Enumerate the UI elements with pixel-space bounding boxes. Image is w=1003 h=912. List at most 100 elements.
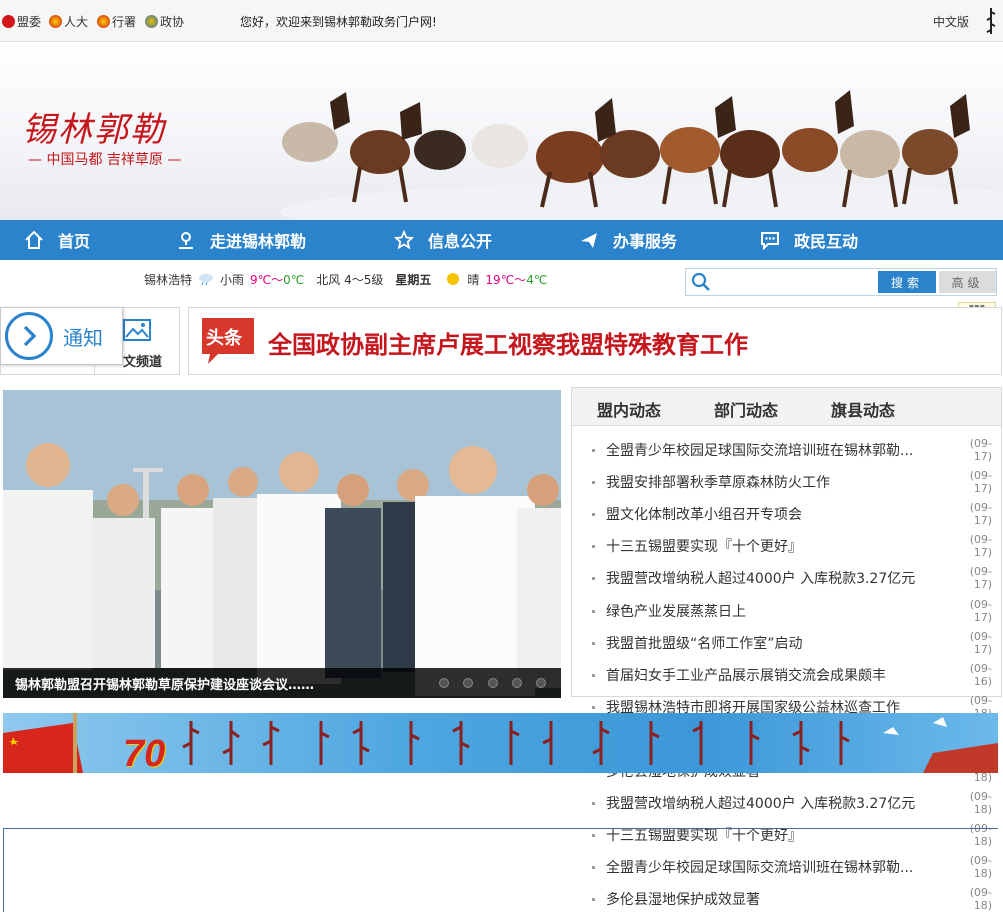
- news-item[interactable]: 全盟青少年校园足球国际交流培训班在锡林郭勒... (09-18): [592, 854, 992, 880]
- bullet-icon: [592, 673, 595, 677]
- slideshow-dot[interactable]: [536, 678, 546, 688]
- slideshow-dot[interactable]: [463, 678, 473, 688]
- search-icon: [691, 272, 710, 291]
- news-date: (09-18): [969, 790, 992, 816]
- news-date: (09-17): [969, 565, 992, 591]
- news-title: 全盟青少年校园足球国际交流培训班在锡林郭勒...: [606, 443, 914, 459]
- news-item[interactable]: 我盟安排部署秋季草原森林防火工作 (09-17): [592, 469, 992, 495]
- news-item[interactable]: 我盟营改增纳税人超过4000户 入库税款3.27亿元 (09-18): [592, 790, 992, 816]
- bullet-icon: [592, 897, 595, 901]
- star-icon: [394, 230, 414, 250]
- news-title: 我盟首批盟级“名师工作室”启动: [606, 636, 803, 652]
- national-emblem-icon: [97, 14, 110, 28]
- news-slideshow[interactable]: [3, 390, 561, 698]
- weather-tomorrow-temp: 19℃～4℃: [485, 272, 548, 287]
- slideshow-dot[interactable]: [512, 678, 522, 688]
- slideshow-caption[interactable]: 锡林郭勒盟召开锡林郭勒草原保护建设座谈会议……: [15, 674, 405, 693]
- location-pin-icon: [179, 232, 193, 249]
- top-link-cppcc[interactable]: 政协: [145, 12, 184, 30]
- news-date: (09-18): [969, 822, 992, 848]
- news-date: (09-17): [969, 533, 992, 559]
- photo-channel-label: 文频道: [123, 355, 163, 370]
- news-date: (09-16): [969, 662, 992, 688]
- top-link-peoples-congress[interactable]: 人大: [49, 12, 88, 30]
- nav-item-about[interactable]: 走进锡林郭勒: [176, 220, 306, 260]
- picture-icon: [123, 319, 151, 341]
- cppcc-emblem-icon: [145, 14, 158, 28]
- news-date: (09-17): [969, 469, 992, 495]
- tab-county-news[interactable]: 旗县动态: [831, 397, 895, 421]
- notice-circle: [5, 312, 53, 360]
- bullet-icon: [592, 705, 595, 709]
- news-date: (09-17): [969, 437, 992, 463]
- weather-today-condition: 小雨: [220, 272, 245, 287]
- section-divider: [3, 828, 998, 829]
- notice-label: 通知: [63, 325, 103, 350]
- news-title: 我盟营改增纳税人超过4000户 入库税款3.27亿元: [606, 796, 916, 812]
- news-item[interactable]: 十三五锡盟要实现『十个更好』 (09-17): [592, 533, 992, 559]
- headline-tag: 头条: [202, 318, 254, 364]
- airplane-icon: [581, 233, 597, 248]
- search-input[interactable]: [716, 271, 874, 293]
- header-banner: 锡林郭勒 — 中国马都 吉祥草原 —: [0, 42, 1003, 220]
- top-link-party-committee[interactable]: 盟委: [2, 12, 41, 30]
- news-date: (09-18): [969, 886, 992, 912]
- bullet-icon: [592, 641, 595, 645]
- bullet-icon: [592, 833, 595, 837]
- news-title: 我盟营改增纳税人超过4000户 入库税款3.27亿元: [606, 571, 916, 587]
- news-date: (09-18): [969, 854, 992, 880]
- news-date: (09-17): [969, 501, 992, 527]
- nav-item-interaction[interactable]: 政民互动: [760, 220, 858, 260]
- news-item[interactable]: 我盟营改增纳税人超过4000户 入库税款3.27亿元 (09-17): [592, 565, 992, 591]
- nav-item-info-disclosure[interactable]: 信息公开: [394, 220, 492, 260]
- bullet-icon: [592, 480, 595, 484]
- nav-item-services[interactable]: 办事服务: [579, 220, 677, 260]
- anniversary-number: 70: [123, 733, 166, 773]
- news-item[interactable]: 盟文化体制改革小组召开专项会 (09-17): [592, 501, 992, 527]
- news-title: 我盟安排部署秋季草原森林防火工作: [606, 475, 830, 491]
- notice-button[interactable]: 通知: [0, 307, 123, 365]
- news-title: 绿色产业发展蒸蒸日上: [606, 604, 746, 620]
- weather-weekday: 星期五: [395, 272, 432, 287]
- weather-widget: 锡林浩特 小雨 9℃～0℃ 北风 4～5级 星期五 晴 19℃～4℃: [144, 270, 547, 288]
- news-title: 盟文化体制改革小组召开专项会: [606, 507, 802, 523]
- slideshow-photo: [3, 390, 561, 698]
- sun-icon: [447, 273, 460, 285]
- weather-wind: 北风 4～5级: [316, 272, 384, 287]
- news-item[interactable]: 多伦县湿地保护成效显著 (09-18): [592, 886, 992, 912]
- home-icon: [25, 230, 43, 249]
- news-date: (09-17): [969, 630, 992, 656]
- chat-bubble-icon: [761, 232, 779, 250]
- news-title: 十三五锡盟要实现『十个更好』: [606, 539, 802, 555]
- top-link-administration[interactable]: 行署: [97, 12, 136, 30]
- search-button[interactable]: 搜索: [878, 271, 936, 293]
- welcome-text: 您好，欢迎来到锡林郭勒政务门户网!: [240, 15, 437, 29]
- language-switch[interactable]: 中文版: [933, 13, 969, 30]
- bullet-icon: [592, 448, 595, 452]
- bullet-icon: [592, 609, 595, 613]
- news-date: (09-17): [969, 598, 992, 624]
- section-border: [3, 828, 4, 912]
- news-item[interactable]: 全盟青少年校园足球国际交流培训班在锡林郭勒... (09-17): [592, 437, 992, 463]
- national-emblem-icon: [49, 14, 62, 28]
- news-item[interactable]: 我盟首批盟级“名师工作室”启动 (09-17): [592, 630, 992, 656]
- party-emblem-icon: [2, 14, 15, 28]
- advanced-search-button[interactable]: 高级: [939, 271, 996, 293]
- nav-item-home[interactable]: 首页: [24, 220, 90, 260]
- page: 盟委 人大 行署 政协 您好，欢迎来到锡林郭勒政务门户网! 中文版 锡林郭勒 —…: [0, 0, 1003, 912]
- slideshow-dot[interactable]: [439, 678, 449, 688]
- anniversary-banner[interactable]: 70: [3, 713, 998, 773]
- bullet-icon: [592, 544, 595, 548]
- news-title: 全盟青少年校园足球国际交流培训班在锡林郭勒...: [606, 860, 914, 876]
- site-logo-title[interactable]: 锡林郭勒: [22, 102, 166, 151]
- headline-link[interactable]: 全国政协副主席卢展工视察我盟特殊教育工作: [268, 325, 748, 360]
- tab-league-news[interactable]: 盟内动态: [597, 397, 661, 421]
- news-title: 首届妇女手工业产品展示展销交流会成果颇丰: [606, 668, 886, 684]
- tab-department-news[interactable]: 部门动态: [714, 397, 778, 421]
- mongolian-script-icon[interactable]: [984, 6, 998, 36]
- bullet-icon: [592, 801, 595, 805]
- weather-tomorrow-condition: 晴: [467, 272, 480, 287]
- slideshow-dot[interactable]: [488, 678, 498, 688]
- news-item[interactable]: 绿色产业发展蒸蒸日上 (09-17): [592, 598, 992, 624]
- news-item[interactable]: 首届妇女手工业产品展示展销交流会成果颇丰 (09-16): [592, 662, 992, 688]
